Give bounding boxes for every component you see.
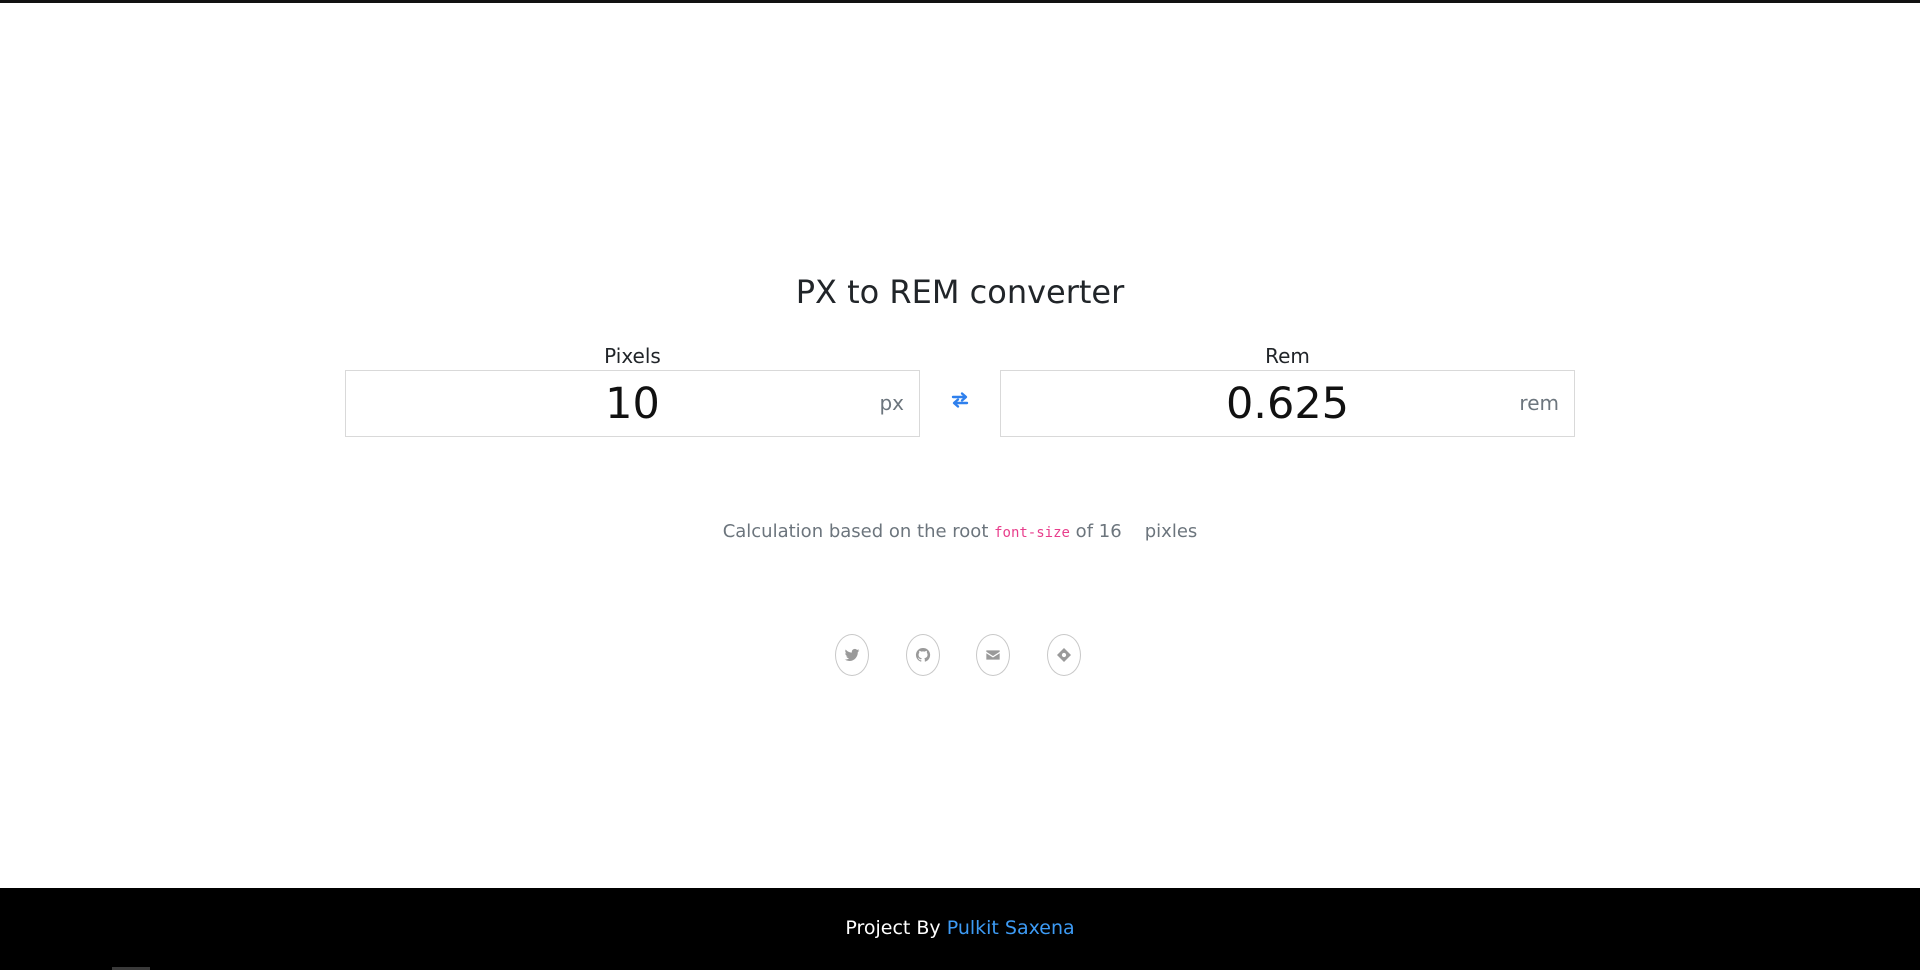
portfolio-icon — [1057, 648, 1071, 662]
rem-field-container: rem — [1000, 370, 1575, 437]
exchange-arrows-icon — [951, 392, 969, 408]
pixels-label: Pixels — [604, 344, 661, 368]
rem-label: Rem — [1265, 344, 1310, 368]
envelope-icon — [986, 650, 1000, 660]
portfolio-link[interactable] — [1047, 634, 1081, 676]
footer: Project By Pulkit Saxena — [0, 888, 1920, 970]
twitter-icon — [844, 648, 860, 661]
top-border — [0, 0, 1920, 3]
note-suffix: pixles — [1144, 521, 1198, 542]
twitter-link[interactable] — [835, 634, 869, 676]
pixels-field-container: px — [345, 370, 920, 437]
font-size-code: font-size — [994, 525, 1070, 541]
base-font-size-value[interactable]: 16 — [1099, 520, 1145, 544]
email-link[interactable] — [976, 634, 1010, 676]
calculation-note: Calculation based on the root font-size … — [0, 520, 1920, 545]
note-middle: of — [1069, 521, 1099, 542]
github-icon — [915, 647, 931, 662]
pixels-input[interactable] — [346, 371, 919, 436]
github-link[interactable] — [906, 634, 940, 676]
rem-input[interactable] — [1001, 371, 1574, 436]
page-title: PX to REM converter — [795, 273, 1125, 311]
note-prefix: Calculation based on the root — [722, 521, 995, 542]
swap-button[interactable] — [944, 384, 976, 416]
pixels-unit: px — [879, 391, 904, 415]
footer-text: Project By — [845, 917, 947, 939]
author-link[interactable]: Pulkit Saxena — [947, 917, 1075, 939]
social-links — [835, 634, 1085, 678]
rem-unit: rem — [1519, 391, 1559, 415]
